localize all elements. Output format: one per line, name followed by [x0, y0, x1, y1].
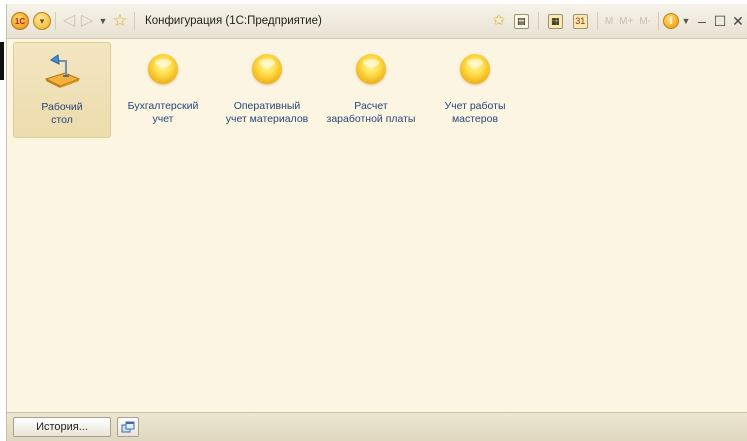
yellow-ball-icon	[144, 50, 182, 88]
section-masters[interactable]: Учет работы мастеров	[423, 42, 527, 138]
main-menu-button[interactable]: 1С	[11, 11, 29, 31]
section-payroll[interactable]: Расчет заработной платы	[319, 42, 423, 138]
section-accounting[interactable]: Бухгалтерский учет	[111, 42, 215, 138]
section-label: Расчет заработной платы	[326, 100, 416, 125]
info-icon[interactable]: i	[663, 13, 679, 29]
menu-circle-icon: ▾	[33, 12, 51, 30]
memory-button[interactable]: M	[605, 16, 613, 27]
minimize-button[interactable]: –	[693, 13, 711, 29]
section-desktop[interactable]: Рабочий стол	[13, 42, 111, 138]
1c-logo-icon: 1С	[11, 12, 29, 30]
title-bar: 1С ▾ ◁ ▷ ▼ ☆ Конфигурация (1С:Предприяти…	[7, 4, 747, 39]
separator	[134, 12, 135, 30]
section-label: Рабочий стол	[41, 101, 83, 126]
edge-bracket	[0, 42, 4, 80]
windows-list-button[interactable]	[117, 417, 139, 437]
favorites-star-icon[interactable]: ☆	[110, 11, 130, 31]
print-icon[interactable]: ▤	[513, 13, 529, 29]
separator	[658, 12, 659, 30]
windows-icon	[121, 421, 135, 433]
history-dropdown-icon[interactable]: ▼	[96, 16, 110, 26]
yellow-ball-icon	[248, 50, 286, 88]
section-label: Учет работы мастеров	[444, 100, 506, 125]
info-dropdown-icon[interactable]: ▼	[679, 16, 693, 26]
yellow-ball-icon	[456, 50, 494, 88]
back-arrow-icon[interactable]: ◁	[60, 11, 78, 31]
restore-button[interactable]: ☐	[711, 13, 729, 30]
calendar-icon[interactable]: 31	[572, 13, 588, 29]
forward-arrow-icon[interactable]: ▷	[78, 11, 96, 31]
sections-panel: Рабочий стол Бухгалтерский учет Оператив…	[13, 42, 527, 138]
desktop-lamp-icon	[43, 51, 81, 89]
menu-button[interactable]: ▾	[33, 11, 51, 31]
section-label: Бухгалтерский учет	[127, 100, 199, 125]
calculator-icon[interactable]: ▦	[547, 13, 563, 29]
separator	[537, 12, 539, 30]
separator	[596, 12, 598, 30]
memory-minus-button[interactable]: M-	[639, 16, 651, 27]
add-favorite-star-icon[interactable]: ✩	[489, 11, 509, 31]
app-window: 1С ▾ ◁ ▷ ▼ ☆ Конфигурация (1С:Предприяти…	[6, 4, 747, 441]
section-materials[interactable]: Оперативный учет материалов	[215, 42, 319, 138]
close-button[interactable]: ✕	[729, 13, 747, 30]
history-button[interactable]: История...	[13, 417, 111, 437]
section-label: Оперативный учет материалов	[225, 100, 309, 125]
bottom-bar: История...	[7, 412, 747, 441]
separator	[55, 12, 56, 30]
window-title: Конфигурация (1С:Предприятие)	[145, 15, 322, 27]
yellow-ball-icon	[352, 50, 390, 88]
memory-plus-button[interactable]: M+	[619, 16, 633, 27]
